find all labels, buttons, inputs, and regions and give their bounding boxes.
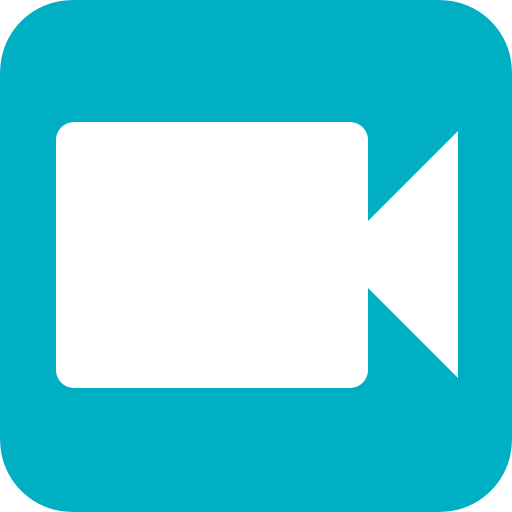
video-camera-icon <box>0 0 512 512</box>
camera-body <box>56 122 368 388</box>
video-camera-app-icon[interactable] <box>0 0 512 512</box>
